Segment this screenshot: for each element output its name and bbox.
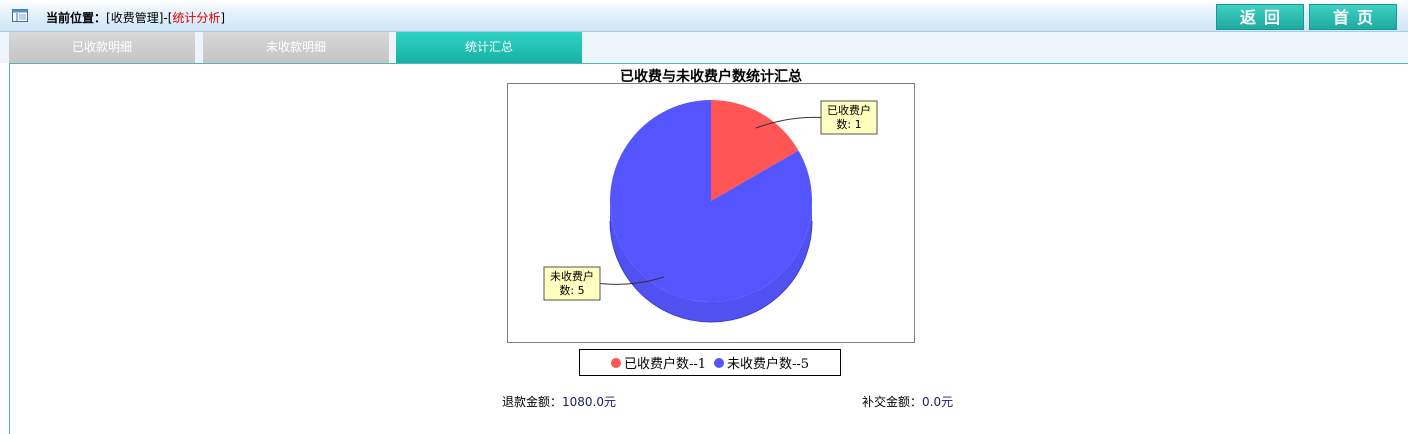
callout-label-0-1: 数: 1 [836,118,861,131]
pie-chart: 已收费户数: 1 未收费户数: 5 [543,100,878,323]
refund-label: 退款金额： [502,395,563,409]
legend-swatch-paid [610,358,621,368]
top-bar: 当前位置：[收费管理]-[统计分析] 返回 首页 [0,0,1408,32]
legend-label-unpaid: 未收费户数--5 [727,357,810,372]
breadcrumb-suffix: ] [220,11,226,25]
callout-label-1-0: 未收费户 [550,269,594,283]
callout-label-0-0: 已收费户 [827,103,871,117]
legend-item-paid: 已收费户数--1 [610,353,706,372]
tab-unpaid-details[interactable]: 未收款明细 [203,32,389,63]
breadcrumb-prefix: [收费管理]-[ [106,11,173,25]
legend-item-unpaid: 未收费户数--5 [714,353,809,372]
window-icon [12,9,28,22]
home-button[interactable]: 首页 [1309,4,1397,30]
breadcrumb: 当前位置：[收费管理]-[统计分析] [46,9,225,26]
legend-label-paid: 已收费户数--1 [623,357,706,372]
breadcrumb-current: 统计分析 [172,11,221,25]
refund-amount: 退款金额：1080.0元 [502,393,616,410]
back-button[interactable]: 返回 [1216,4,1304,30]
tab-bar: 已收款明细 未收款明细 统计汇总 [0,32,1408,63]
supplement-value: 0.0元 [922,395,954,409]
refund-value: 1080.0元 [562,395,617,409]
supplement-label: 补交金额： [862,395,923,409]
chart-legend: 已收费户数--1 未收费户数--5 [579,349,841,376]
supplement-amount: 补交金额：0.0元 [862,393,953,410]
tab-statistics-summary[interactable]: 统计汇总 [396,32,582,63]
location-label: 当前位置： [46,11,107,25]
chart-plot-area: 已收费户 数: 1 未收费户 数: 5 [507,83,915,343]
tab-paid-details[interactable]: 已收款明细 [9,32,195,63]
legend-swatch-unpaid [714,358,724,368]
callout-label-1-1: 数: 5 [559,284,584,297]
